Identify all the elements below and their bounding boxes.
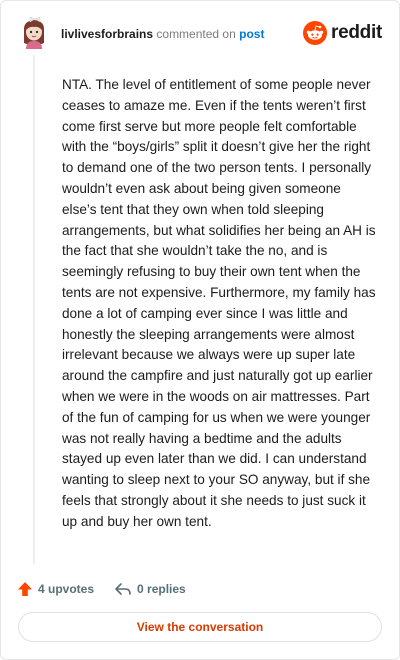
comment-card: livlivesforbrains commented on post redd…	[0, 0, 400, 660]
comment-actions: 4 upvotes 0 replies	[17, 579, 206, 599]
comment-header: livlivesforbrains commented on post redd…	[20, 16, 382, 49]
thread-line	[33, 55, 35, 564]
view-conversation-button[interactable]: View the conversation	[18, 612, 382, 642]
comment-verb: commented on	[156, 27, 236, 41]
reddit-wordmark: reddit	[331, 22, 382, 43]
user-avatar-icon[interactable]	[20, 16, 48, 49]
reddit-logo-icon	[303, 21, 328, 45]
username-link[interactable]: livlivesforbrains	[61, 27, 153, 41]
upvote-arrow-icon	[18, 582, 32, 596]
comment-meta: livlivesforbrains commented on post	[61, 27, 264, 41]
reddit-brand[interactable]: reddit	[303, 20, 382, 46]
upvote-count: 4 upvotes	[38, 582, 95, 596]
comment-body: NTA. The level of entitlement of some pe…	[62, 77, 376, 529]
reply-count: 0 replies	[137, 582, 186, 596]
upvote-button[interactable]: 4 upvotes	[17, 581, 94, 597]
reply-arrow-icon	[115, 583, 131, 595]
reply-button[interactable]: 0 replies	[114, 581, 186, 597]
post-link[interactable]: post	[239, 27, 264, 41]
